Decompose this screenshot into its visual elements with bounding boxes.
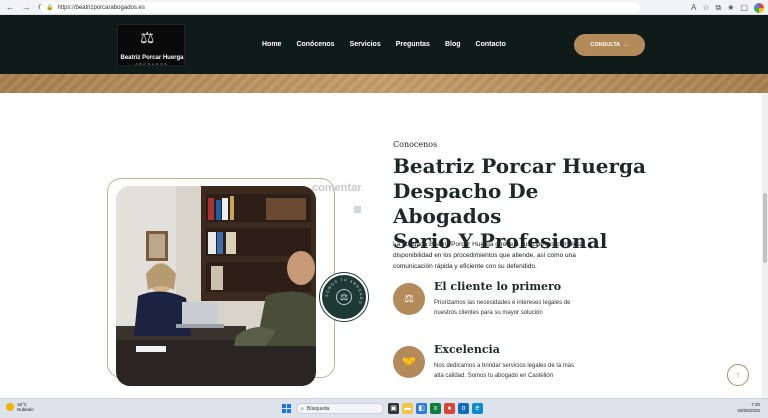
- windows-taskbar: 16°C Nublado ⌕ Búsqueda ▣ ▬ ◧ x ● o e 7:…: [0, 398, 768, 418]
- system-tray[interactable]: 7:30 03/05/2025: [737, 402, 760, 414]
- logo-sub: ABOGADOS: [135, 62, 169, 66]
- office-photo: [116, 186, 316, 386]
- nav-preguntas[interactable]: Preguntas: [396, 41, 430, 48]
- read-aloud-icon[interactable]: A: [691, 2, 696, 13]
- edge-icon[interactable]: e: [472, 403, 483, 414]
- scrollbar-thumb[interactable]: [763, 193, 767, 263]
- decorative-band: [0, 74, 768, 93]
- section-kicker: Conocenos: [393, 140, 438, 149]
- taskbar-search[interactable]: ⌕ Búsqueda: [296, 403, 384, 414]
- back-icon[interactable]: ←: [4, 1, 16, 13]
- favorite-icon[interactable]: ☆: [702, 2, 709, 13]
- title-line-1: Beatriz Porcar Huerga: [393, 154, 646, 178]
- nav-conocenos[interactable]: Conócenos: [296, 41, 334, 48]
- collections-icon[interactable]: ▢: [740, 2, 748, 13]
- forward-icon[interactable]: →: [20, 1, 32, 13]
- address-bar[interactable]: 🔒 https://beatrizporcarabogados.es: [40, 2, 640, 13]
- feature-desc: Priorizamos las necesidades e intereses …: [434, 300, 571, 316]
- search-placeholder: Búsqueda: [306, 405, 330, 412]
- scale-icon: ⚖: [336, 289, 352, 305]
- handshake-icon: 🤝: [393, 346, 425, 378]
- browser-toolbar: ← → ⟳ 🔒 https://beatrizporcarabogados.es…: [0, 0, 768, 15]
- back-to-top-button[interactable]: ↑: [727, 364, 749, 386]
- chrome-icon[interactable]: ●: [444, 403, 455, 414]
- taskbar-apps: ▣ ▬ ◧ x ● o e: [388, 403, 483, 414]
- excel-icon[interactable]: x: [430, 403, 441, 414]
- feature-title: El cliente lo primero: [434, 280, 562, 293]
- weather-desc: Nublado: [17, 407, 34, 412]
- lock-icon: 🔒: [46, 5, 54, 11]
- background-watermark: comentar: [312, 182, 362, 194]
- feature-desc: Nos dedicamos a brindar servicios legale…: [434, 363, 575, 379]
- browser-actions: A ☆ ⧉ ★ ▢: [691, 2, 764, 13]
- nav-servicios[interactable]: Servicios: [350, 41, 381, 48]
- page-scrollbar[interactable]: [762, 93, 768, 398]
- nav-home[interactable]: Home: [262, 41, 281, 48]
- title-line-2: Despacho De Abogados: [393, 179, 539, 228]
- extensions-icon[interactable]: ⧉: [716, 2, 722, 13]
- search-icon: ⌕: [301, 405, 304, 412]
- consulta-button[interactable]: CONSULTA →: [574, 34, 645, 56]
- weather-icon: [6, 403, 14, 411]
- scale-icon: ⚖: [140, 30, 155, 47]
- nav-blog[interactable]: Blog: [445, 41, 461, 48]
- logo-name: Beatriz Porcar Huerga: [120, 55, 184, 61]
- somos-tu-abogado-badge: SOMOS TU ABOGADO ⚖: [320, 273, 368, 321]
- lead-paragraph: La abogada Beatriz Porcar Huerga ofrece …: [393, 241, 583, 270]
- weather-widget[interactable]: 16°C Nublado: [6, 402, 34, 412]
- url-text: https://beatrizporcarabogados.es: [57, 4, 145, 11]
- consulta-label: CONSULTA: [590, 42, 621, 48]
- scale-icon: ⚖: [393, 283, 425, 315]
- office-illustration: [116, 186, 316, 386]
- arrow-right-icon: →: [623, 42, 629, 48]
- windows-start-icon[interactable]: [282, 404, 291, 413]
- nav-contacto[interactable]: Contacto: [476, 41, 506, 48]
- store-icon[interactable]: ◧: [416, 403, 427, 414]
- profile-avatar[interactable]: [754, 2, 764, 13]
- site-logo[interactable]: ⚖ Beatriz Porcar Huerga ABOGADOS: [117, 24, 185, 66]
- main-nav: Home Conócenos Servicios Preguntas Blog …: [262, 41, 506, 48]
- site-header: ⚖ Beatriz Porcar Huerga ABOGADOS Home Co…: [0, 15, 768, 74]
- file-explorer-icon[interactable]: ▬: [402, 403, 413, 414]
- feature-title: Excelencia: [434, 343, 500, 356]
- decorative-square: [354, 206, 361, 213]
- clock-date: 03/05/2025: [737, 408, 760, 413]
- favorites-bar-icon[interactable]: ★: [727, 2, 734, 13]
- outlook-icon[interactable]: o: [458, 403, 469, 414]
- task-view-icon[interactable]: ▣: [388, 403, 399, 414]
